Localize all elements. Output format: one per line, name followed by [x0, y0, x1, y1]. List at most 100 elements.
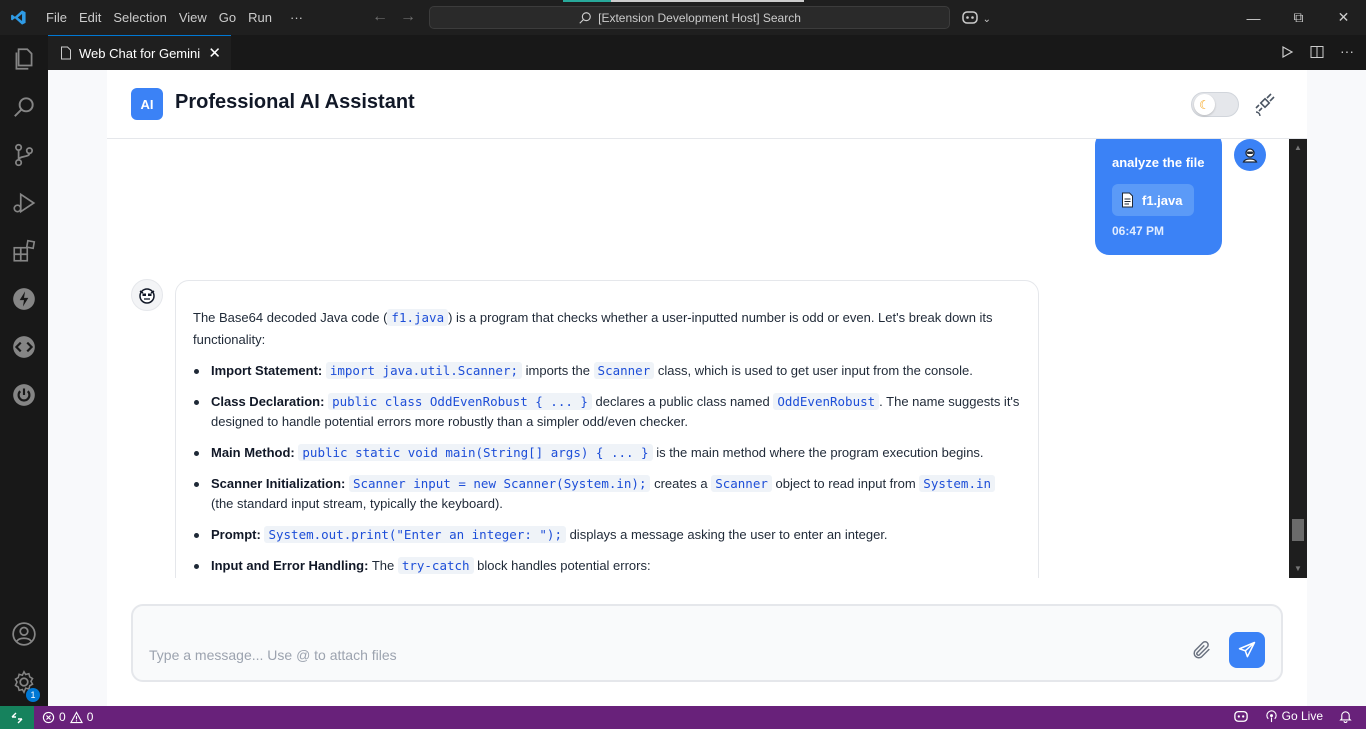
- user-message-text: analyze the file: [1112, 155, 1205, 170]
- chevron-down-icon: ⌄: [982, 14, 992, 25]
- copilot-icon: [962, 11, 978, 24]
- minimize-icon[interactable]: —: [1231, 0, 1276, 35]
- satellite-icon[interactable]: [1253, 92, 1277, 116]
- item-text: The: [368, 558, 398, 573]
- inline-code: Scanner input = new Scanner(System.in);: [348, 475, 651, 492]
- menu-edit[interactable]: Edit: [73, 0, 107, 35]
- item-text: is the main method where the program exe…: [652, 445, 984, 460]
- item-text: object to read input from: [771, 476, 920, 491]
- search-view-button[interactable]: [0, 83, 48, 131]
- inline-code: System.out.print("Enter an integer: ");: [264, 526, 566, 543]
- inline-code: import java.util.Scanner;: [325, 362, 523, 379]
- lightning-icon: [13, 288, 35, 310]
- ai-logo: AI: [131, 88, 163, 120]
- source-control-button[interactable]: [0, 131, 48, 179]
- copilot-menu[interactable]: ⌄: [961, 9, 991, 28]
- item-text: displays a message asking the user to en…: [565, 527, 888, 542]
- theme-toggle[interactable]: ☾: [1191, 92, 1239, 117]
- item-label: Scanner Initialization:: [211, 476, 346, 491]
- inline-code: System.in: [919, 475, 996, 492]
- remote-explorer-button[interactable]: [0, 323, 48, 371]
- send-icon: [1238, 641, 1256, 658]
- accounts-button[interactable]: [0, 610, 48, 658]
- menu-file[interactable]: File: [40, 0, 73, 35]
- inline-code: Scanner: [711, 475, 772, 492]
- bell-icon[interactable]: [1339, 709, 1352, 723]
- vscode-logo-icon: [11, 10, 26, 25]
- message-timestamp: 06:47 PM: [1112, 224, 1165, 238]
- list-item: Input and Error Handling: The try-catch …: [193, 556, 1021, 576]
- power-extension-button[interactable]: [0, 371, 48, 419]
- chat-scrollbar[interactable]: ▲ ▼: [1289, 139, 1307, 578]
- manage-button[interactable]: 1: [0, 658, 48, 706]
- split-editor-icon[interactable]: [1310, 45, 1324, 59]
- menu-run[interactable]: Run: [242, 0, 278, 35]
- back-arrow-icon[interactable]: ←: [372, 8, 388, 25]
- activity-bar: 1: [0, 35, 48, 706]
- scroll-down-icon[interactable]: ▼: [1294, 564, 1302, 573]
- menu-selection[interactable]: Selection: [107, 0, 172, 35]
- item-label: Input and Error Handling:: [211, 558, 369, 573]
- menu-go[interactable]: Go: [213, 0, 242, 35]
- error-count: 0: [59, 710, 66, 724]
- paperclip-icon[interactable]: [1191, 639, 1213, 661]
- source-control-icon: [15, 143, 33, 167]
- document-icon: [1122, 192, 1133, 208]
- webview-area: AI Professional AI Assistant ☾ analyze t…: [48, 70, 1366, 706]
- tab-label: Web Chat for Gemini: [79, 45, 201, 61]
- editor-actions: ···: [1280, 44, 1354, 59]
- message-list: analyze the file f1.java 06:47 PM The Ba…: [107, 139, 1289, 578]
- extensions-button[interactable]: [0, 227, 48, 275]
- inline-code: OddEvenRobust: [773, 393, 880, 410]
- more-actions-icon[interactable]: ···: [1340, 44, 1354, 59]
- run-debug-icon: [13, 192, 36, 214]
- command-center-search[interactable]: [Extension Development Host] Search: [429, 6, 950, 29]
- scrollbar-thumb[interactable]: [1292, 519, 1304, 541]
- go-live-button[interactable]: Go Live: [1265, 709, 1323, 723]
- warning-count: 0: [86, 710, 94, 724]
- explorer-button[interactable]: [0, 35, 48, 83]
- magnifier-icon: [14, 97, 34, 117]
- copilot-status-icon[interactable]: [1233, 709, 1249, 723]
- error-icon: [42, 711, 55, 723]
- restore-icon[interactable]: ⧉: [1276, 0, 1321, 35]
- editor-tab-bar: Web Chat for Gemini ✕ ···: [48, 35, 1366, 70]
- remote-icon: [11, 712, 23, 723]
- item-text: block handles potential errors:: [473, 558, 651, 573]
- lightning-extension-button[interactable]: [0, 275, 48, 323]
- app-title: Professional AI Assistant: [175, 91, 415, 113]
- account-icon: [12, 622, 36, 646]
- inline-code: public class OddEvenRobust { ... }: [328, 393, 592, 410]
- problems-indicator[interactable]: 0 0: [42, 710, 93, 724]
- assistant-intro: The Base64 decoded Java code (f1.java) i…: [193, 307, 1021, 351]
- list-item: Import Statement: import java.util.Scann…: [193, 361, 1021, 381]
- scroll-up-icon[interactable]: ▲: [1294, 143, 1302, 152]
- bot-face-icon: [139, 288, 155, 304]
- forward-arrow-icon[interactable]: →: [400, 8, 416, 25]
- power-icon: [13, 384, 35, 406]
- list-item: Prompt: System.out.print("Enter an integ…: [193, 525, 1021, 545]
- item-label: Prompt:: [211, 527, 261, 542]
- list-item: Class Declaration: public class OddEvenR…: [193, 392, 1021, 432]
- run-debug-button[interactable]: [0, 179, 48, 227]
- message-input[interactable]: [149, 644, 1149, 666]
- inline-code: Scanner: [593, 362, 655, 379]
- item-label: Import Statement:: [211, 363, 323, 378]
- item-label: Class Declaration:: [211, 394, 325, 409]
- remote-indicator[interactable]: [0, 706, 34, 729]
- close-window-icon[interactable]: ✕: [1321, 0, 1366, 35]
- user-icon: [1242, 148, 1258, 163]
- file-attachment[interactable]: f1.java: [1112, 184, 1194, 216]
- close-tab-icon[interactable]: ✕: [208, 44, 221, 62]
- run-icon[interactable]: [1280, 45, 1294, 59]
- menu-view[interactable]: View: [173, 0, 213, 35]
- bot-avatar: [131, 279, 163, 311]
- files-icon: [15, 48, 33, 70]
- search-label: [Extension Development Host] Search: [598, 10, 801, 25]
- remote-explorer-icon: [13, 336, 35, 358]
- send-button[interactable]: [1229, 632, 1265, 668]
- chat-header: AI Professional AI Assistant ☾: [107, 70, 1307, 139]
- assistant-message: The Base64 decoded Java code (f1.java) i…: [175, 280, 1039, 578]
- tab-web-chat[interactable]: Web Chat for Gemini ✕: [48, 35, 231, 70]
- menu-more[interactable]: ···: [284, 0, 309, 35]
